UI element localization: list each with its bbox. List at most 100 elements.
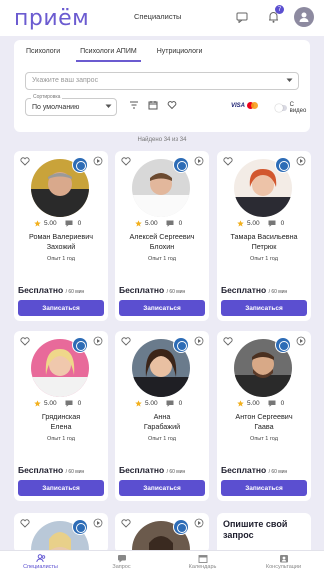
star-icon (135, 400, 142, 407)
app-header: приём Специалисты 7 (0, 0, 324, 36)
review-icon (268, 220, 276, 227)
play-video-icon[interactable] (93, 156, 103, 166)
filter-icon[interactable] (129, 100, 139, 110)
rating-value: 5.00 (247, 220, 260, 227)
book-button[interactable]: Записаться (18, 300, 104, 316)
book-button[interactable]: Записаться (18, 480, 104, 496)
payment-card-filter[interactable]: VISA (231, 102, 259, 109)
heart-icon[interactable] (121, 519, 131, 528)
favorites-heart-icon[interactable] (167, 100, 177, 110)
bell-icon[interactable]: 7 (263, 5, 284, 27)
sort-label: Сортировка (31, 94, 63, 100)
heart-icon[interactable] (121, 157, 131, 166)
mastercard-icon (247, 102, 259, 109)
play-video-icon[interactable] (296, 336, 306, 346)
play-video-icon[interactable] (93, 518, 103, 528)
play-video-icon[interactable] (93, 336, 103, 346)
rating-value: 5.00 (44, 400, 57, 407)
sort-select[interactable]: Сортировка По умолчанию (25, 94, 117, 116)
search-request-select[interactable]: Укажите ваш запрос (25, 72, 299, 90)
chat-icon[interactable] (232, 7, 252, 27)
specialist-card[interactable]: 5.00 0 Тамара Васильевна Петрюк Опыт 1 год Бе… (217, 151, 311, 321)
chevron-down-icon (105, 104, 112, 108)
video-toggle[interactable] (275, 104, 287, 112)
specialist-card[interactable]: 5.00 0 Алексей Сергеевич Блохин Опыт 1 год Бе… (115, 151, 209, 321)
nav-specialists-link[interactable]: Специалисты (134, 12, 181, 21)
rating-row: 5.00 0 (34, 400, 81, 407)
visa-logo: VISA (231, 102, 246, 109)
specialist-card-partial[interactable] (14, 513, 108, 553)
specialist-name-line: Алексей Сергеевич (129, 232, 195, 241)
heart-icon[interactable] (223, 157, 233, 166)
bottom-nav-request[interactable]: Запрос (81, 551, 162, 576)
specialist-card[interactable]: 5.00 0 Антон Сергеевич Гаава Опыт 1 год Беспл… (217, 331, 311, 501)
tab-psychologists[interactable]: Психологи (22, 45, 64, 62)
book-button[interactable]: Записаться (119, 480, 205, 496)
specialist-card[interactable]: 5.00 0 Анна Гарабажий Опыт 1 год Бесплатно / … (115, 331, 209, 501)
specialist-name: Антон Сергеевич Гаава (217, 412, 311, 432)
review-icon (166, 220, 174, 227)
play-video-icon[interactable] (296, 156, 306, 166)
tab-psychologists-apim[interactable]: Психологи АПИМ (76, 45, 141, 62)
book-button[interactable]: Записаться (221, 300, 307, 316)
bottom-nav-calendar[interactable]: Календарь (162, 551, 243, 576)
specialist-name-line: Елена (50, 422, 72, 431)
specialist-card[interactable]: 5.00 0 Роман Валериевич Захожий Опыт 1 год Бе… (14, 151, 108, 321)
reviews-count: 0 (178, 220, 183, 227)
specialist-name-line: Анна (153, 412, 171, 421)
specialist-card-partial[interactable] (115, 513, 209, 553)
reviews-count: 0 (178, 400, 183, 407)
video-toggle-label: С видео (289, 102, 307, 114)
price: Бесплатно / 60 мин (221, 285, 287, 295)
app-logo[interactable]: приём (14, 6, 89, 31)
heart-icon[interactable] (20, 337, 30, 346)
specialist-card[interactable]: 5.00 0 Грядинская Елена Опыт 1 год Бесплатно … (14, 331, 108, 501)
bottom-nav-label: Консультации (265, 564, 302, 570)
tab-nutritionists[interactable]: Нутрициологи (153, 45, 207, 62)
price: Бесплатно / 60 мин (18, 465, 84, 475)
review-icon (65, 400, 73, 407)
rating-value: 5.00 (145, 220, 158, 227)
rating-value: 5.00 (145, 400, 158, 407)
price: Бесплатно / 60 мин (18, 285, 84, 295)
heart-icon[interactable] (223, 337, 233, 346)
describe-request-card[interactable]: Опишите свой запрос (217, 513, 311, 553)
reviews-count: 0 (280, 220, 285, 227)
play-video-icon[interactable] (194, 336, 204, 346)
video-filter[interactable]: С видео (275, 102, 310, 114)
heart-icon[interactable] (121, 337, 131, 346)
play-video-icon[interactable] (194, 156, 204, 166)
bottom-nav-specialists[interactable]: Специалисты (0, 551, 81, 576)
heart-icon[interactable] (20, 157, 30, 166)
book-button[interactable]: Записаться (119, 300, 205, 316)
experience-text: Опыт 1 год (250, 436, 278, 442)
rating-row: 5.00 0 (135, 400, 182, 407)
specialist-name-line: Гарабажий (143, 422, 181, 431)
price: Бесплатно / 60 мин (119, 465, 185, 475)
specialist-name-line: Блохин (149, 242, 175, 251)
session-duration: / 60 мин (268, 469, 288, 475)
rating-value: 5.00 (44, 220, 57, 227)
price: Бесплатно / 60 мин (221, 465, 287, 475)
reviews-count: 0 (77, 400, 82, 407)
bottom-nav-consultations[interactable]: Консультации (243, 551, 324, 576)
search-placeholder: Укажите ваш запрос (32, 77, 99, 84)
calendar-icon[interactable] (148, 100, 158, 110)
rating-row: 5.00 0 (34, 220, 81, 227)
price-value: Бесплатно (221, 285, 267, 295)
price-value: Бесплатно (18, 285, 64, 295)
star-icon (237, 400, 244, 407)
heart-icon[interactable] (20, 519, 30, 528)
play-video-icon[interactable] (194, 518, 204, 528)
session-duration: / 60 мин (166, 289, 186, 295)
review-icon (65, 220, 73, 227)
category-tabs: Психологи Психологи АПИМ Нутрициологи (22, 45, 206, 62)
review-icon (166, 400, 174, 407)
book-button[interactable]: Записаться (221, 480, 307, 496)
star-icon (237, 220, 244, 227)
specialist-name: Анна Гарабажий (115, 412, 209, 432)
star-icon (34, 220, 41, 227)
user-avatar[interactable] (294, 7, 314, 27)
experience-text: Опыт 1 год (47, 256, 75, 262)
specialist-name: Алексей Сергеевич Блохин (115, 232, 209, 252)
